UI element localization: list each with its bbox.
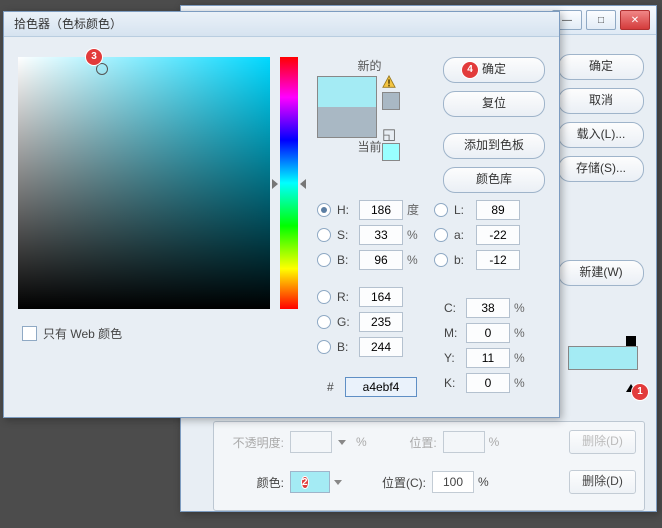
a-input[interactable]: -22 (476, 225, 520, 245)
radio-lb[interactable] (434, 253, 448, 267)
annotation-badge-4: 4 (462, 62, 478, 78)
opacity-row: 不透明度: % 位置: % 删除(D) (214, 422, 644, 462)
parent-new-button[interactable]: 新建(W) (558, 260, 644, 286)
percent-label: % (356, 435, 367, 449)
hue-pointer-right-icon[interactable] (300, 179, 306, 189)
gamut-safe-swatch[interactable] (382, 92, 400, 110)
new-color-swatch (318, 77, 376, 107)
web-only-row: 只有 Web 颜色 (22, 325, 122, 342)
color-library-button[interactable]: 颜色库 (443, 167, 545, 193)
lb-input[interactable]: -12 (476, 250, 520, 270)
g-input[interactable]: 235 (359, 312, 403, 332)
gradient-preview[interactable]: 1 (568, 346, 638, 382)
parent-save-button[interactable]: 存储(S)... (558, 156, 644, 182)
web-safe-swatch[interactable] (382, 143, 400, 161)
color-swatch[interactable]: 2 (290, 471, 330, 493)
annotation-badge-1: 1 (632, 384, 648, 400)
add-swatch-button[interactable]: 添加到色板 (443, 133, 545, 159)
position2-input[interactable]: 100 (432, 471, 474, 493)
hue-slider[interactable] (280, 57, 298, 309)
h-input[interactable]: 186 (359, 200, 403, 220)
opacity-label: 不透明度: (222, 434, 284, 451)
opacity-input (290, 431, 332, 453)
picker-title: 拾色器（色标颜色） (4, 12, 559, 37)
parent-ok-button[interactable]: 确定 (558, 54, 644, 80)
close-button[interactable]: ✕ (620, 10, 650, 30)
position2-label: 位置(C): (368, 474, 426, 491)
picker-buttons: 4 确定 复位 添加到色板 颜色库 (443, 57, 545, 193)
sv-cursor-icon[interactable] (96, 63, 108, 75)
color-label: 颜色: (222, 474, 284, 491)
current-label: 当前 (317, 138, 422, 155)
k-input[interactable]: 0 (466, 373, 510, 393)
ok-label: 确定 (482, 62, 506, 76)
delete-opacity-button: 删除(D) (569, 430, 636, 454)
radio-a[interactable] (434, 228, 448, 242)
new-label: 新的 (317, 57, 422, 74)
gradient-bar[interactable] (568, 346, 638, 370)
annotation-badge-2: 2 (302, 477, 308, 488)
chevron-down-icon (338, 440, 346, 445)
picker-reset-button[interactable]: 复位 (443, 91, 545, 117)
parent-side-buttons: 确定 取消 载入(L)... 存储(S)... 新建(W) (558, 54, 644, 286)
picker-body: 3 新的 当前 ◱ 4 确定 复位 添加到色板 颜色库 (4, 37, 559, 418)
gamut-warning-icon[interactable] (382, 75, 396, 89)
color-compare-box (317, 76, 377, 138)
radio-b[interactable] (317, 340, 331, 354)
hue-pointer-left-icon[interactable] (272, 179, 278, 189)
percent-label: % (489, 435, 500, 449)
web-safe-warning-icon[interactable]: ◱ (382, 125, 396, 143)
new-current-group: 新的 当前 (317, 57, 422, 157)
radio-bv[interactable] (317, 253, 331, 267)
opacity-stop-icon[interactable] (626, 336, 636, 346)
hex-row: # a4ebf4 (327, 377, 421, 397)
current-color-swatch[interactable] (318, 107, 376, 137)
color-row: 颜色: 2 位置(C): 100 % 删除(D) (214, 462, 644, 502)
radio-h[interactable] (317, 203, 331, 217)
web-only-checkbox[interactable] (22, 326, 37, 341)
b-input[interactable]: 244 (359, 337, 403, 357)
maximize-button[interactable]: □ (586, 10, 616, 30)
r-input[interactable]: 164 (359, 287, 403, 307)
gradient-stop-panel: 不透明度: % 位置: % 删除(D) 颜色: 2 位置(C): 100 % 删… (213, 421, 645, 511)
radio-l[interactable] (434, 203, 448, 217)
radio-r[interactable] (317, 290, 331, 304)
y-input[interactable]: 11 (466, 348, 510, 368)
position-input (443, 431, 485, 453)
web-only-label: 只有 Web 颜色 (43, 325, 122, 342)
m-input[interactable]: 0 (466, 323, 510, 343)
picker-ok-button[interactable]: 4 确定 (443, 57, 545, 83)
radio-g[interactable] (317, 315, 331, 329)
delete-color-button[interactable]: 删除(D) (569, 470, 636, 494)
cmyk-group: C:38% M:0% Y:11% K:0% (444, 295, 532, 395)
s-input[interactable]: 33 (359, 225, 403, 245)
bv-input[interactable]: 96 (359, 250, 403, 270)
percent-label: % (478, 475, 489, 489)
lab-group: L:89 a:-22 b:-12 (434, 197, 524, 272)
position-label: 位置: (387, 434, 437, 451)
annotation-badge-3: 3 (86, 49, 102, 65)
c-input[interactable]: 38 (466, 298, 510, 318)
saturation-value-field[interactable]: 3 (18, 57, 270, 309)
radio-s[interactable] (317, 228, 331, 242)
hsb-rgb-group: H:186度 S:33% B:96% R:164 G:235 B:244 (317, 197, 425, 359)
hex-input[interactable]: a4ebf4 (345, 377, 417, 397)
l-input[interactable]: 89 (476, 200, 520, 220)
color-picker-window: 拾色器（色标颜色） 3 新的 当前 ◱ 4 确定 复位 (3, 11, 560, 418)
parent-load-button[interactable]: 载入(L)... (558, 122, 644, 148)
parent-cancel-button[interactable]: 取消 (558, 88, 644, 114)
chevron-down-icon[interactable] (334, 480, 342, 485)
